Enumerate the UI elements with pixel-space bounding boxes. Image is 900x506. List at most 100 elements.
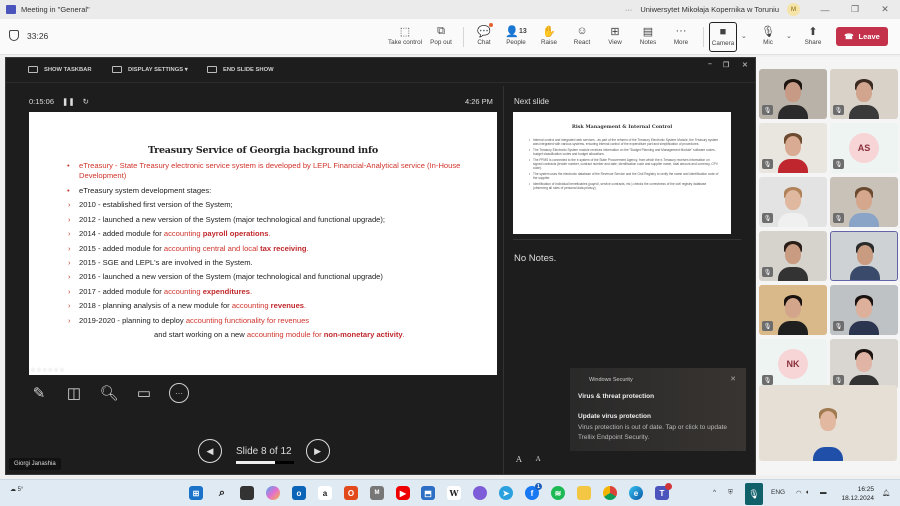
close-button[interactable]: ✕: [870, 4, 900, 15]
more-options-button[interactable]: ···: [625, 5, 633, 14]
next-slide-thumbnail[interactable]: Risk Management & Internal Control Inter…: [513, 112, 731, 234]
slide-text-run: 2017 - added module for: [79, 286, 164, 296]
participant-tile[interactable]: 🎙: [759, 69, 827, 119]
pause-icon[interactable]: ❚❚: [62, 97, 75, 106]
m-app-icon[interactable]: M: [370, 486, 384, 500]
show-hidden-icons-chevron[interactable]: ^: [713, 489, 716, 496]
participant-tile[interactable]: NK 🎙: [759, 339, 827, 389]
restore-button[interactable]: ❐: [840, 4, 870, 15]
decrease-font-button[interactable]: A: [536, 455, 541, 464]
participant-tile[interactable]: 🎙: [830, 339, 898, 389]
react-button[interactable]: ☺ React: [565, 23, 599, 46]
more-options-icon[interactable]: ···: [169, 383, 189, 403]
outlook-icon[interactable]: o: [292, 486, 306, 500]
search-icon[interactable]: ⌕: [215, 486, 229, 500]
view-label: View: [608, 39, 622, 46]
volume-icon[interactable]: 🔈︎: [806, 489, 810, 497]
participant-tile[interactable]: [830, 231, 898, 281]
increase-font-button[interactable]: A: [516, 455, 522, 464]
display-settings-button[interactable]: DISPLAY SETTINGS ▾: [112, 66, 188, 73]
camera-button[interactable]: ■ Camera: [709, 22, 737, 52]
pen-icon[interactable]: ✎: [29, 383, 49, 403]
browser-app-icon[interactable]: [473, 486, 487, 500]
next-slide-button[interactable]: ▶: [305, 439, 330, 463]
participant-video: [856, 352, 872, 372]
participant-tile[interactable]: 🎙: [759, 285, 827, 335]
notifications-bell-icon[interactable]: 🔔︎: [882, 489, 890, 497]
store-app-icon[interactable]: ⬒: [421, 486, 435, 500]
taskbar-icon: [28, 66, 38, 73]
pp-restore-button[interactable]: ❐: [723, 61, 729, 69]
minimize-button[interactable]: —: [810, 5, 840, 15]
battery-icon[interactable]: ▬: [820, 489, 827, 496]
slide-text-run: 2018 - planning analysis of a new module…: [79, 301, 232, 311]
windows-security-notification[interactable]: Windows Security ✕ Virus & threat protec…: [570, 368, 746, 451]
show-taskbar-button[interactable]: SHOW TASKBAR: [28, 66, 92, 73]
participant-tile[interactable]: 🎙: [830, 285, 898, 335]
participant-tile[interactable]: 🎙: [759, 231, 827, 281]
chrome-icon[interactable]: [603, 486, 617, 500]
mic-muted-icon: 🎙: [762, 105, 773, 115]
participant-video: [778, 267, 808, 281]
office-icon[interactable]: O: [344, 486, 358, 500]
next-slide-bullet: The PFMS is connected to the e-system of…: [529, 158, 719, 170]
more-button[interactable]: ··· More: [664, 23, 698, 46]
previous-slide-button[interactable]: ◀: [198, 439, 222, 463]
take-control-button[interactable]: ⬚ Take control: [388, 23, 422, 47]
mic-options-chevron-icon[interactable]: ⌄: [786, 32, 792, 40]
participant-tile[interactable]: 🎙: [759, 123, 827, 173]
raise-hand-button[interactable]: ✋ Raise: [532, 23, 566, 47]
amazon-icon[interactable]: a: [318, 486, 332, 500]
mic-button[interactable]: 🎙 Mic: [751, 23, 785, 47]
participant-tile[interactable]: [759, 385, 897, 461]
telegram-icon[interactable]: ➤: [499, 486, 513, 500]
notes-button[interactable]: ▤ Notes: [631, 23, 665, 47]
youtube-icon[interactable]: ▶: [396, 486, 410, 500]
spotify-icon[interactable]: ≋: [551, 486, 565, 500]
more-label: More: [673, 39, 689, 46]
slide-text-run: 2012 - launched a new version of the Sys…: [79, 214, 386, 224]
chat-button[interactable]: 💬 Chat: [467, 23, 501, 46]
slide-counter[interactable]: Slide 8 of 12: [236, 446, 294, 464]
slide-text-run: payroll operations: [202, 229, 269, 239]
pp-minimize-button[interactable]: –: [708, 61, 712, 68]
zoom-magnifier-icon[interactable]: 🔍︎: [99, 383, 119, 403]
see-all-slides-icon[interactable]: ◫: [64, 383, 84, 403]
input-language[interactable]: ENG: [771, 489, 785, 496]
participant-tile[interactable]: 🎙: [759, 177, 827, 227]
view-button[interactable]: ⊞ View: [598, 23, 632, 47]
slide-mini-toolbar[interactable]: ◎ ◎ ◎ ◎ ◎ ◎: [31, 367, 64, 373]
restart-timer-icon[interactable]: ↻: [83, 97, 89, 106]
leave-button[interactable]: ☎ Leave: [836, 27, 888, 46]
black-screen-icon[interactable]: ▭: [134, 383, 154, 403]
user-avatar[interactable]: M: [787, 3, 800, 16]
notification-close-button[interactable]: ✕: [730, 375, 736, 383]
teams-icon[interactable]: T: [655, 483, 672, 500]
participant-tile[interactable]: 🎙: [830, 177, 898, 227]
people-button[interactable]: 👤 13 People: [499, 23, 533, 47]
mic-in-use-icon[interactable]: 🎙: [745, 483, 763, 505]
facebook-icon[interactable]: f1: [525, 483, 542, 500]
start-icon[interactable]: ⊞: [189, 486, 203, 500]
organization-name[interactable]: Uniwersytet Mikołaja Kopernika w Toruniu: [640, 5, 779, 14]
weather-widget[interactable]: ☁ 5°: [10, 486, 23, 493]
security-tray-icon[interactable]: ⛨: [728, 489, 733, 497]
share-button[interactable]: ⬆ Share: [796, 23, 830, 47]
notification-body: Virus protection is out of date. Tap or …: [578, 424, 727, 441]
slide-progress-fill: [236, 460, 275, 464]
participant-tile[interactable]: AS 🎙: [830, 123, 898, 173]
pop-out-button[interactable]: ⧉ Pop out: [424, 23, 458, 47]
edge-icon[interactable]: e: [629, 486, 643, 500]
end-slide-show-button[interactable]: END SLIDE SHOW: [207, 66, 274, 73]
elapsed-time: 0:15:06: [29, 97, 55, 106]
pp-close-button[interactable]: ✕: [742, 61, 748, 69]
slide-line: 2017 - added module for accounting expen…: [67, 285, 487, 300]
file-explorer-icon[interactable]: [577, 486, 591, 500]
system-clock[interactable]: 16:25 18.12.2024: [841, 485, 874, 503]
wikipedia-icon[interactable]: W: [447, 486, 461, 500]
camera-options-chevron-icon[interactable]: ⌄: [741, 32, 747, 40]
task-view-icon[interactable]: [240, 486, 254, 500]
wifi-icon[interactable]: ◠: [796, 489, 802, 497]
participant-tile[interactable]: 🎙: [830, 69, 898, 119]
copilot-icon[interactable]: [266, 486, 280, 500]
